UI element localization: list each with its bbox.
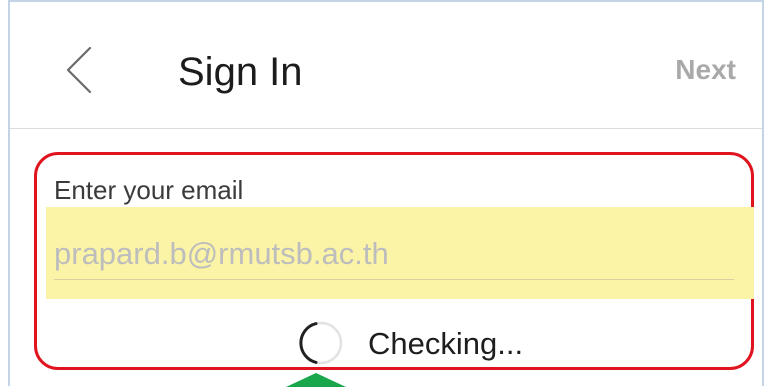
loading-spinner-icon bbox=[299, 321, 343, 365]
email-label: Enter your email bbox=[54, 175, 244, 205]
annotation-arrow-icon bbox=[286, 373, 346, 387]
email-field[interactable] bbox=[46, 207, 754, 299]
chevron-left-icon[interactable] bbox=[64, 46, 94, 94]
status-text: Checking... bbox=[368, 326, 524, 361]
app-header: Sign In Next bbox=[10, 2, 762, 129]
page-title: Sign In bbox=[178, 50, 303, 94]
email-input[interactable] bbox=[54, 229, 734, 280]
next-button[interactable]: Next bbox=[675, 54, 736, 86]
